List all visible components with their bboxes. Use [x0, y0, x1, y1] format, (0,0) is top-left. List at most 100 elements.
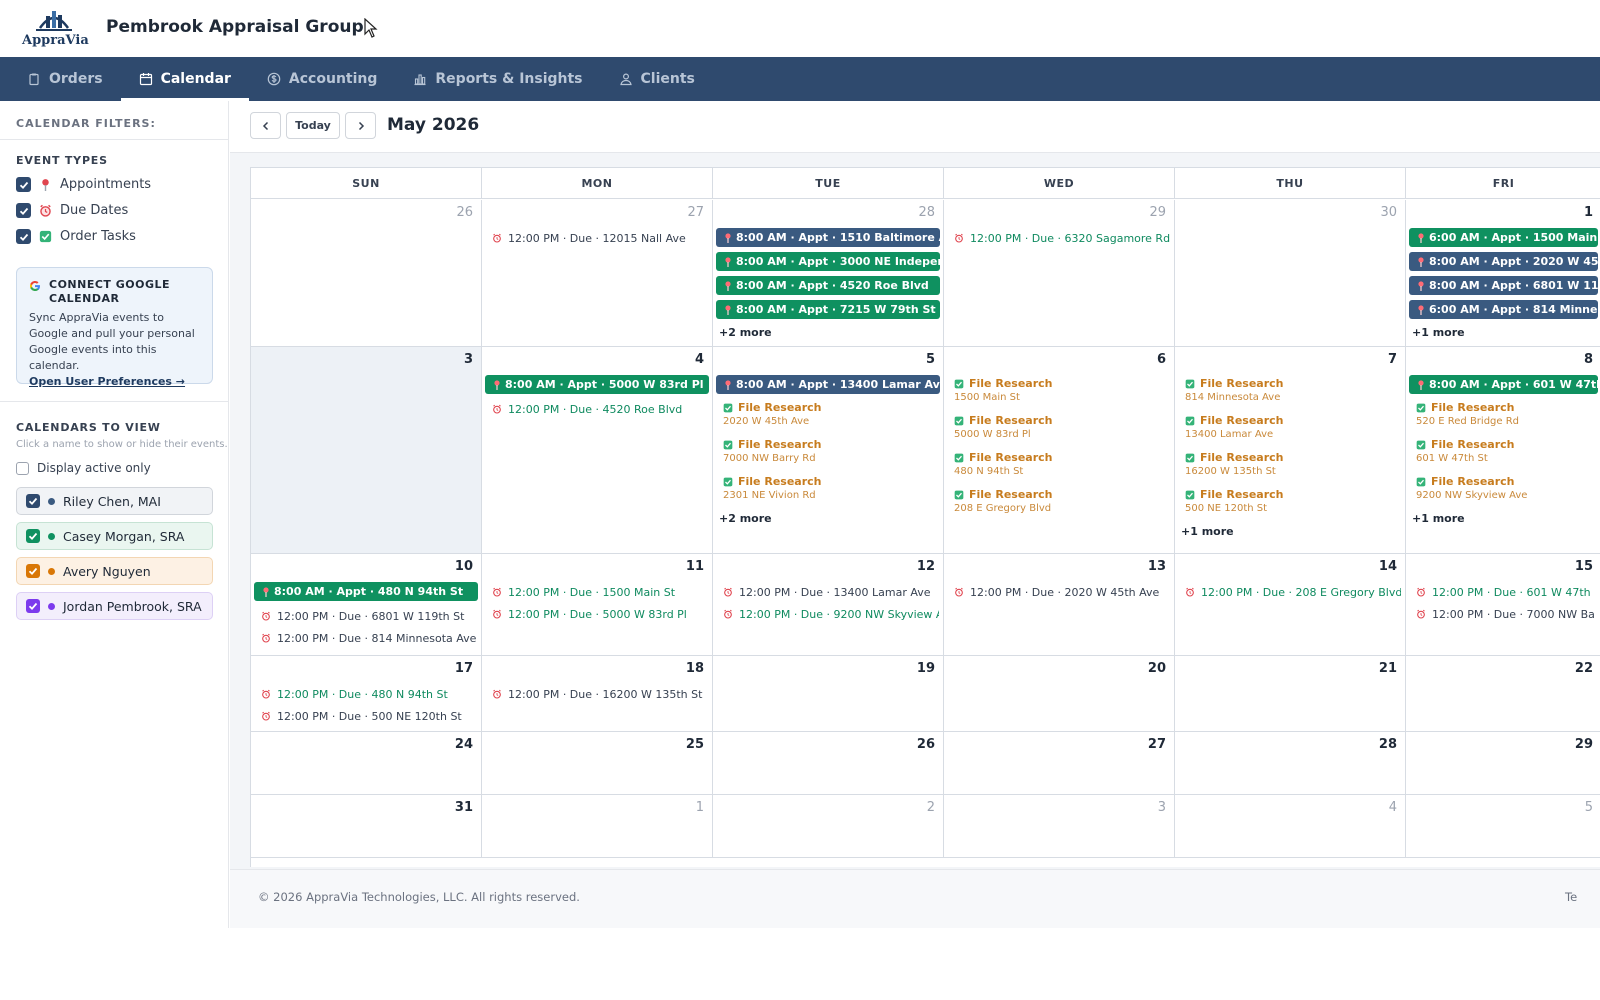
calendar-checkbox[interactable] — [26, 599, 40, 613]
day-cell[interactable]: 24 — [251, 732, 482, 795]
appointment-event[interactable]: 8:00 AM · Appt · 13400 Lamar Ave — [716, 375, 940, 394]
due-date-event[interactable]: 12:00 PM · Due · 2020 W 45th Ave — [954, 583, 1170, 601]
day-cell[interactable]: 5 8:00 AM · Appt · 13400 Lamar Ave File Re… — [713, 347, 944, 554]
calendar-item[interactable]: Jordan Pembrook, SRA — [16, 592, 213, 620]
day-cell[interactable]: 13 12:00 PM · Due · 2020 W 45th Ave — [944, 554, 1175, 656]
appravia-logo[interactable]: AppraVia — [20, 6, 90, 50]
order-task-event[interactable]: File Research 2301 NE Vivion Rd — [723, 475, 939, 505]
order-task-event[interactable]: File Research 1500 Main St — [954, 377, 1170, 407]
event-type-checkbox[interactable] — [16, 229, 31, 244]
day-cell[interactable]: 22 — [1406, 656, 1600, 732]
open-user-preferences-link[interactable]: Open User Preferences → — [29, 375, 200, 388]
day-cell[interactable]: 1 — [482, 795, 713, 858]
day-cell[interactable]: 3 — [251, 347, 482, 554]
day-cell[interactable]: 8 8:00 AM · Appt · 601 W 47th File Researc… — [1406, 347, 1600, 554]
calendar-checkbox[interactable] — [26, 564, 40, 578]
order-task-event[interactable]: File Research 500 NE 120th St — [1185, 488, 1401, 518]
order-task-event[interactable]: File Research 2020 W 45th Ave — [723, 401, 939, 431]
day-cell[interactable]: 14 12:00 PM · Due · 208 E Gregory Blvd — [1175, 554, 1406, 656]
appointment-event[interactable]: 8:00 AM · Appt · 2020 W 45th — [1409, 252, 1598, 271]
order-task-event[interactable]: File Research 13400 Lamar Ave — [1185, 414, 1401, 444]
appointment-event[interactable]: 8:00 AM · Appt · 1510 Baltimore Ave — [716, 228, 940, 247]
day-cell[interactable]: 28 — [1175, 732, 1406, 795]
day-cell[interactable]: 11 12:00 PM · Due · 1500 Main St 12:00 PM … — [482, 554, 713, 656]
day-cell[interactable]: 15 12:00 PM · Due · 601 W 47th 12:00 PM · … — [1406, 554, 1600, 656]
order-task-event[interactable]: File Research 208 E Gregory Blvd — [954, 488, 1170, 518]
due-date-event[interactable]: 12:00 PM · Due · 13400 Lamar Ave — [723, 583, 939, 601]
day-cell[interactable]: 20 — [944, 656, 1175, 732]
more-events-link[interactable]: +2 more — [719, 512, 772, 525]
due-date-event[interactable]: 12:00 PM · Due · 6320 Sagamore Rd — [954, 229, 1170, 247]
appointment-event[interactable]: 6:00 AM · Appt · 814 Minnesota — [1409, 300, 1598, 319]
day-cell[interactable]: 26 — [251, 200, 482, 347]
calendar-item[interactable]: Riley Chen, MAI — [16, 487, 213, 515]
appointment-event[interactable]: 6:00 AM · Appt · 1500 Main St — [1409, 228, 1598, 247]
next-month-button[interactable] — [345, 112, 376, 139]
appointment-event[interactable]: 8:00 AM · Appt · 5000 W 83rd Pl — [485, 375, 709, 394]
order-task-event[interactable]: File Research 601 W 47th St — [1416, 438, 1597, 468]
appointment-event[interactable]: 8:00 AM · Appt · 601 W 47th — [1409, 375, 1598, 394]
day-cell[interactable]: 7 File Research 814 Minnesota Ave File Rese… — [1175, 347, 1406, 554]
day-cell[interactable]: 31 — [251, 795, 482, 858]
day-cell[interactable]: 30 — [1175, 200, 1406, 347]
event-type-appointments[interactable]: Appointments — [16, 177, 151, 192]
nav-tab-reports-insights[interactable]: Reports & Insights — [395, 57, 600, 101]
day-cell[interactable]: 18 12:00 PM · Due · 16200 W 135th St — [482, 656, 713, 732]
due-date-event[interactable]: 12:00 PM · Due · 500 NE 120th St — [261, 707, 477, 725]
display-active-only-toggle[interactable]: Display active only — [16, 461, 151, 475]
more-events-link[interactable]: +1 more — [1412, 326, 1465, 339]
calendar-item[interactable]: Avery Nguyen — [16, 557, 213, 585]
event-type-checkbox[interactable] — [16, 203, 31, 218]
day-cell[interactable]: 27 12:00 PM · Due · 12015 Nall Ave — [482, 200, 713, 347]
due-date-event[interactable]: 12:00 PM · Due · 1500 Main St — [492, 583, 708, 601]
day-cell[interactable]: 4 8:00 AM · Appt · 5000 W 83rd Pl 12:00 PM… — [482, 347, 713, 554]
appointment-event[interactable]: 8:00 AM · Appt · 7215 W 79th St — [716, 300, 940, 319]
nav-tab-orders[interactable]: Orders — [0, 57, 121, 101]
day-cell[interactable]: 2 — [713, 795, 944, 858]
event-type-checkbox[interactable] — [16, 177, 31, 192]
due-date-event[interactable]: 12:00 PM · Due · 16200 W 135th St — [492, 685, 708, 703]
due-date-event[interactable]: 12:00 PM · Due · 480 N 94th St — [261, 685, 477, 703]
day-cell[interactable]: 10 8:00 AM · Appt · 480 N 94th St 12:00 PM… — [251, 554, 482, 656]
event-type-order-tasks[interactable]: Order Tasks — [16, 229, 136, 244]
due-date-event[interactable]: 12:00 PM · Due · 7000 NW Ba — [1416, 605, 1597, 623]
order-task-event[interactable]: File Research 16200 W 135th St — [1185, 451, 1401, 481]
due-date-event[interactable]: 12:00 PM · Due · 5000 W 83rd Pl — [492, 605, 708, 623]
day-cell[interactable]: 27 — [944, 732, 1175, 795]
day-cell[interactable]: 5 — [1406, 795, 1600, 858]
more-events-link[interactable]: +2 more — [719, 326, 772, 339]
day-cell[interactable]: 28 8:00 AM · Appt · 1510 Baltimore Ave 8:0… — [713, 200, 944, 347]
day-cell[interactable]: 21 — [1175, 656, 1406, 732]
due-date-event[interactable]: 12:00 PM · Due · 9200 NW Skyview Ave — [723, 605, 939, 623]
order-task-event[interactable]: File Research 480 N 94th St — [954, 451, 1170, 481]
prev-month-button[interactable] — [250, 112, 281, 139]
day-cell[interactable]: 3 — [944, 795, 1175, 858]
more-events-link[interactable]: +1 more — [1181, 525, 1234, 538]
day-cell[interactable]: 6 File Research 1500 Main St File Research 5… — [944, 347, 1175, 554]
today-button[interactable]: Today — [286, 112, 340, 139]
order-task-event[interactable]: File Research 5000 W 83rd Pl — [954, 414, 1170, 444]
day-cell[interactable]: 26 — [713, 732, 944, 795]
order-task-event[interactable]: File Research 814 Minnesota Ave — [1185, 377, 1401, 407]
nav-tab-clients[interactable]: Clients — [601, 57, 713, 101]
due-date-event[interactable]: 12:00 PM · Due · 6801 W 119th St — [261, 607, 477, 625]
day-cell[interactable]: 12 12:00 PM · Due · 13400 Lamar Ave 12:00 … — [713, 554, 944, 656]
more-events-link[interactable]: +1 more — [1412, 512, 1465, 525]
due-date-event[interactable]: 12:00 PM · Due · 4520 Roe Blvd — [492, 400, 708, 418]
order-task-event[interactable]: File Research 520 E Red Bridge Rd — [1416, 401, 1597, 431]
due-date-event[interactable]: 12:00 PM · Due · 601 W 47th — [1416, 583, 1597, 601]
event-type-due-dates[interactable]: Due Dates — [16, 203, 128, 218]
appointment-event[interactable]: 8:00 AM · Appt · 4520 Roe Blvd — [716, 276, 940, 295]
day-cell[interactable]: 1 6:00 AM · Appt · 1500 Main St 8:00 AM · … — [1406, 200, 1600, 347]
appointment-event[interactable]: 8:00 AM · Appt · 6801 W 119th — [1409, 276, 1598, 295]
day-cell[interactable]: 29 12:00 PM · Due · 6320 Sagamore Rd — [944, 200, 1175, 347]
day-cell[interactable]: 29 — [1406, 732, 1600, 795]
nav-tab-accounting[interactable]: Accounting — [249, 57, 395, 101]
display-active-only-checkbox[interactable] — [16, 461, 29, 475]
day-cell[interactable]: 25 — [482, 732, 713, 795]
calendar-checkbox[interactable] — [26, 494, 40, 508]
day-cell[interactable]: 4 — [1175, 795, 1406, 858]
appointment-event[interactable]: 8:00 AM · Appt · 480 N 94th St — [254, 582, 478, 601]
due-date-event[interactable]: 12:00 PM · Due · 814 Minnesota Ave — [261, 629, 477, 647]
nav-tab-calendar[interactable]: Calendar — [120, 57, 249, 101]
